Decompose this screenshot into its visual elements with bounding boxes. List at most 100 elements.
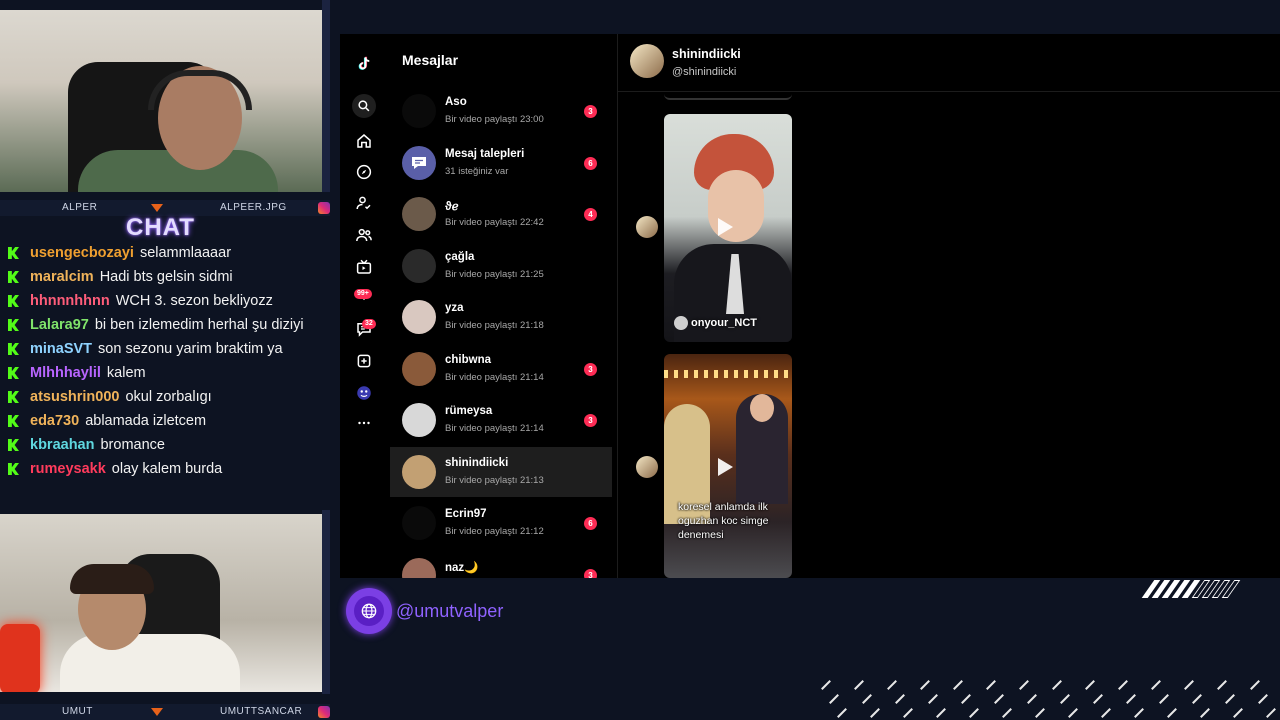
contact-name[interactable]: shinindiicki <box>672 47 741 61</box>
chat-username[interactable]: atsushrin000 <box>30 389 119 405</box>
tiktok-logo-icon[interactable] <box>354 54 374 74</box>
arrow-down-icon <box>151 204 163 212</box>
conversation-preview: Bir video paylaştı 21:25 <box>445 268 544 280</box>
chat-message: rumeysakk olay kalem burda <box>0 460 328 478</box>
conversation-preview: Bir video paylaştı 21:14 <box>445 371 544 383</box>
conversation-item[interactable]: chibwna Bir video paylaştı 21:14 3 <box>390 344 612 394</box>
conversation-item[interactable]: ϑℯ Bir video paylaştı 22:42 4 <box>390 189 612 239</box>
avatar <box>402 403 436 437</box>
chat-message: hhnnnhhnn WCH 3. sezon bekliyozz <box>0 292 328 310</box>
chat-message: minaSVT son sezonu yarim braktim ya <box>0 340 328 358</box>
sender-avatar <box>636 216 658 238</box>
unread-badge: 6 <box>584 156 597 170</box>
chat-username[interactable]: Mlhhhaylil <box>30 365 101 381</box>
avatar[interactable] <box>630 44 664 78</box>
kick-icon <box>8 439 19 451</box>
conversation-name: chibwna <box>445 353 492 366</box>
kick-icon <box>8 463 19 475</box>
following-icon[interactable] <box>354 193 374 213</box>
shared-video[interactable]: onyour_NCT <box>664 114 792 342</box>
conversation-name: yza <box>445 302 464 314</box>
instagram-handle: ALPEER.JPG <box>220 202 287 213</box>
chat-message: usengecbozayi selammlaaaar <box>0 244 328 262</box>
unread-badge: 3 <box>584 568 597 578</box>
avatar <box>402 557 436 578</box>
conversation-header: shinindiicki @shinindiicki <box>618 34 1280 92</box>
chat-username[interactable]: eda730 <box>30 413 79 429</box>
kick-icon <box>8 247 19 259</box>
video-author: onyour_NCT <box>674 316 757 330</box>
conversation-panel: shinindiicki @shinindiicki onyour_NCT ko… <box>618 34 1280 578</box>
kick-icon <box>8 391 19 403</box>
webcam-nameplate-bottom: UMUT UMUTTSANCAR <box>0 704 330 720</box>
webcam-alper <box>0 10 324 192</box>
kick-icon <box>8 415 19 427</box>
live-icon[interactable] <box>354 257 374 277</box>
dash-decoration <box>820 678 1280 720</box>
play-icon[interactable] <box>718 218 733 236</box>
conversation-preview: Bir video paylaştı 21:14 <box>445 423 544 434</box>
chat-message: Mlhhhaylil kalem <box>0 364 328 382</box>
chat-text: okul zorbalıgı <box>125 389 212 405</box>
conversation-item[interactable]: Aso Bir video paylaştı 23:00 3 <box>390 86 612 136</box>
chat-username[interactable]: kbraahan <box>30 437 94 453</box>
chat-username[interactable]: minaSVT <box>30 341 92 357</box>
conversation-name: Aso <box>445 96 467 108</box>
conversation-preview: Bir video paylaştı 21:13 <box>445 474 544 486</box>
stripe-decoration <box>1141 580 1241 598</box>
chat-text: ablamada izletcem <box>85 413 207 429</box>
conversation-item[interactable]: Ecrin97 Bir video paylaştı 21:12 6 <box>390 498 612 548</box>
chat-message: maralcim Hadi bts gelsin sidmi <box>0 268 328 286</box>
chat-username[interactable]: usengecbozayi <box>30 245 134 261</box>
explore-icon[interactable] <box>354 162 374 182</box>
chat-username[interactable]: maralcim <box>30 269 94 285</box>
chat-username[interactable]: Lalara97 <box>30 317 89 333</box>
chat-title: CHAT <box>126 214 195 241</box>
kick-icon <box>8 295 19 307</box>
conversation-item[interactable]: Mesaj talepleri 31 isteğiniz var 6 <box>390 138 612 188</box>
search-icon[interactable] <box>354 96 374 116</box>
message-requests-icon <box>402 145 436 180</box>
conversation-item[interactable]: shinindiicki Bir video paylaştı 21:13 <box>390 446 612 497</box>
webcam-umut <box>0 514 324 692</box>
chat-text: selammlaaaar <box>139 245 232 261</box>
chat-username[interactable]: rumeysakk <box>30 461 106 477</box>
chat-feed: usengecbozayi selammlaaaar maralcim Hadi bt… <box>0 244 328 506</box>
globe-icon <box>346 588 392 634</box>
home-icon[interactable] <box>354 131 374 151</box>
friends-icon[interactable] <box>354 225 374 245</box>
kick-icon <box>8 367 19 379</box>
shared-video[interactable]: koresel anlamda ilk oguzhan koc simge de… <box>664 354 792 578</box>
chat-message: Lalara97 bi ben izlemedim herhal şu diziy… <box>0 316 328 334</box>
sender-avatar <box>636 456 658 478</box>
profile-icon[interactable] <box>354 383 374 403</box>
unread-badge: 3 <box>584 362 597 376</box>
avatar <box>402 248 436 283</box>
instagram-icon <box>318 202 330 214</box>
play-icon[interactable] <box>718 458 733 476</box>
conversation-preview: Bir video paylaştı 21:12 <box>445 526 544 537</box>
author-avatar <box>674 316 688 330</box>
conversation-item[interactable]: rümeysa Bir video paylaştı 21:14 3 <box>390 395 612 445</box>
upload-icon[interactable] <box>354 351 374 371</box>
activity-badge: 99+ <box>354 289 372 299</box>
conversation-name: ϑℯ <box>445 201 459 213</box>
contact-handle[interactable]: @shinindiicki <box>672 66 736 78</box>
conversation-preview: Bir video paylaştı 21:18 <box>445 320 544 331</box>
instagram-icon <box>318 706 330 718</box>
message-list: Mesajlar Aso Bir video paylaştı 23:00 3 Mes… <box>390 34 618 578</box>
chat-username[interactable]: hhnnnhhnn <box>30 293 110 309</box>
more-icon[interactable] <box>354 413 374 433</box>
avatar <box>402 300 436 334</box>
chat-text: WCH 3. sezon bekliyozz <box>115 293 273 309</box>
chat-text: olay kalem burda <box>111 461 223 477</box>
conversation-item[interactable]: çağla Bir video paylaştı 21:25 <box>390 241 612 291</box>
unread-badge: 6 <box>584 517 597 530</box>
conversation-name: Mesaj talepleri <box>445 147 525 160</box>
tiktok-sidebar: 99+ 32 <box>340 34 390 578</box>
conversation-item[interactable]: yza Bir video paylaştı 21:18 <box>390 292 612 342</box>
conversation-item[interactable]: naz🌙 3 <box>390 550 612 578</box>
conversation-preview: 31 isteğiniz var <box>445 165 509 177</box>
messages-title: Mesajlar <box>402 52 459 68</box>
chat-text: Hadi bts gelsin sidmi <box>99 269 233 285</box>
